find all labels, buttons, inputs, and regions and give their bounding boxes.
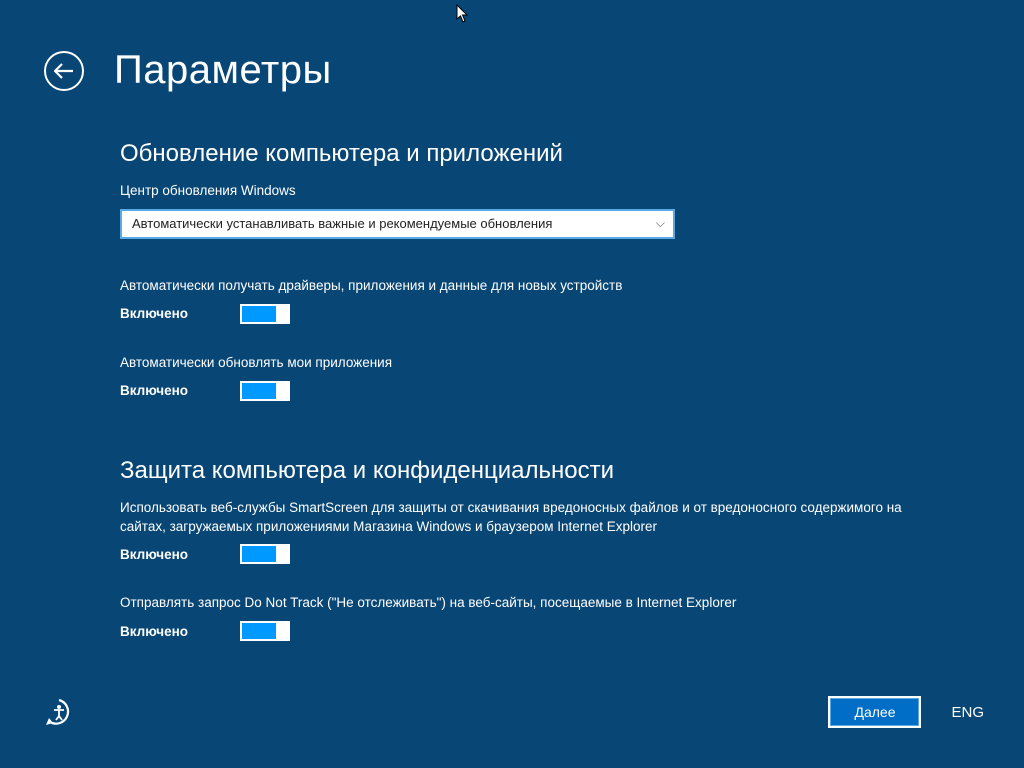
settings-content: Обновление компьютера и приложений Центр… [120,140,920,671]
toggle-handle [276,623,288,639]
dnt-state-label: Включено [120,624,240,639]
ease-of-access-button[interactable] [44,697,74,727]
windows-update-dropdown[interactable]: Автоматически устанавливать важные и рек… [120,209,675,239]
drivers-desc: Автоматически получать драйверы, приложе… [120,277,920,296]
dnt-toggle[interactable] [240,621,290,641]
toggle-handle [276,383,288,399]
ease-of-access-icon [44,697,74,727]
apps-desc: Автоматически обновлять мои приложения [120,354,920,373]
windows-update-selected: Автоматически устанавливать важные и рек… [132,216,552,231]
page-title: Параметры [114,48,332,93]
smartscreen-toggle[interactable] [240,544,290,564]
language-indicator[interactable]: ENG [951,704,984,721]
toggle-handle [276,546,288,562]
windows-update-label: Центр обновления Windows [120,182,920,201]
toggle-handle [276,306,288,322]
chevron-down-icon: ⌵ [656,216,665,231]
mouse-cursor-icon [456,4,470,29]
apps-state-label: Включено [120,383,240,398]
drivers-state-label: Включено [120,306,240,321]
next-button[interactable]: Далее [828,696,921,728]
back-button[interactable] [44,51,84,91]
drivers-toggle[interactable] [240,304,290,324]
updates-heading: Обновление компьютера и приложений [120,140,920,168]
dnt-desc: Отправлять запрос Do Not Track ("Не отсл… [120,594,920,613]
privacy-heading: Защита компьютера и конфиденциальности [120,457,920,485]
smartscreen-desc: Использовать веб-службы SmartScreen для … [120,499,920,537]
apps-toggle[interactable] [240,381,290,401]
arrow-left-icon [54,63,74,79]
smartscreen-state-label: Включено [120,547,240,562]
